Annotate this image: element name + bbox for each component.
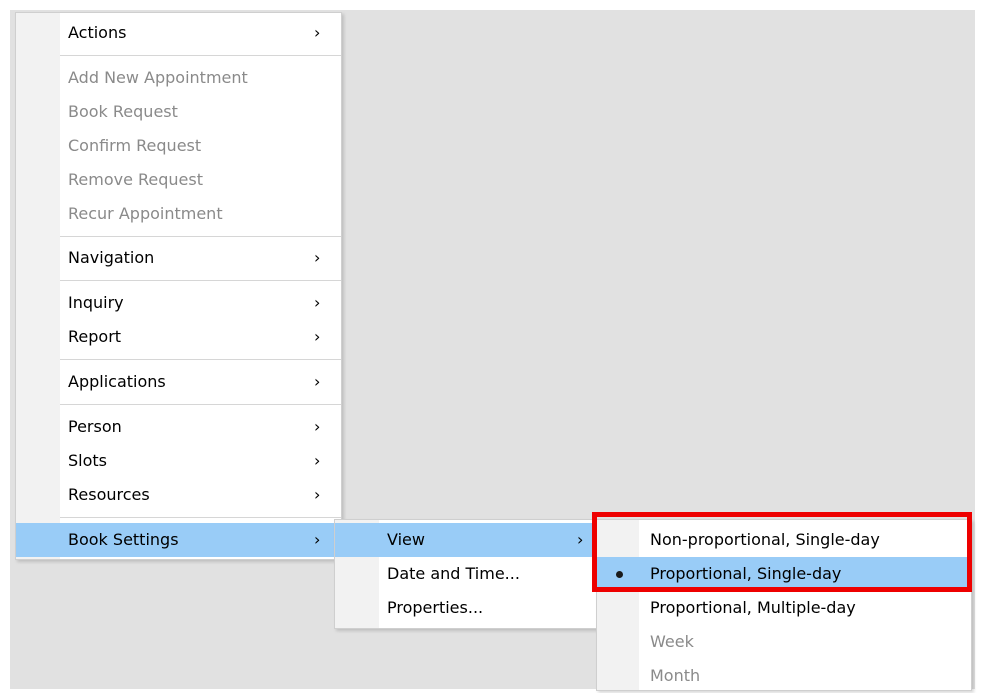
menu-item-label: Week xyxy=(650,632,694,651)
menu-item-label: Applications xyxy=(68,372,166,391)
chevron-right-icon: › xyxy=(314,293,321,312)
menu-item-recur-appointment[interactable]: Recur Appointment xyxy=(16,197,341,231)
chevron-right-icon: › xyxy=(314,417,321,436)
menu-item-label: Person xyxy=(68,417,122,436)
chevron-right-icon: › xyxy=(577,530,584,549)
menu-item-book-settings[interactable]: Book Settings › xyxy=(16,523,341,557)
menu-item-label: Proportional, Multiple-day xyxy=(650,598,856,617)
menu-item-remove-request[interactable]: Remove Request xyxy=(16,163,341,197)
menu-item-label: Navigation xyxy=(68,248,155,267)
annotation-highlight-box xyxy=(592,512,972,592)
book-settings-submenu: View › Date and Time... Properties... xyxy=(334,519,598,629)
chevron-right-icon: › xyxy=(314,23,321,42)
menu-item-week[interactable]: Week xyxy=(597,625,971,659)
menu-item-label: Resources xyxy=(68,485,150,504)
menu-separator xyxy=(60,55,341,56)
chevron-right-icon: › xyxy=(314,327,321,346)
menu-item-label: Date and Time... xyxy=(387,564,520,583)
menu-item-label: Book Request xyxy=(68,102,178,121)
menu-item-report[interactable]: Report › xyxy=(16,320,341,354)
menu-item-label: Book Settings xyxy=(68,530,179,549)
chevron-right-icon: › xyxy=(314,530,321,549)
menu-item-label: View xyxy=(387,530,425,549)
menu-item-label: Slots xyxy=(68,451,107,470)
menu-item-slots[interactable]: Slots › xyxy=(16,444,341,478)
menu-item-date-and-time[interactable]: Date and Time... xyxy=(335,557,597,591)
menu-item-label: Inquiry xyxy=(68,293,124,312)
chevron-right-icon: › xyxy=(314,372,321,391)
menu-separator xyxy=(60,404,341,405)
menu-separator xyxy=(60,236,341,237)
menu-item-actions[interactable]: Actions › xyxy=(16,16,341,50)
chevron-right-icon: › xyxy=(314,451,321,470)
menu-item-person[interactable]: Person › xyxy=(16,410,341,444)
menu-item-resources[interactable]: Resources › xyxy=(16,478,341,512)
menu-separator xyxy=(60,359,341,360)
menu-item-label: Report xyxy=(68,327,122,346)
menu-item-label: Remove Request xyxy=(68,170,204,189)
menu-item-properties[interactable]: Properties... xyxy=(335,591,597,625)
menu-item-proportional-multiple-day[interactable]: Proportional, Multiple-day xyxy=(597,591,971,625)
menu-item-confirm-request[interactable]: Confirm Request xyxy=(16,129,341,163)
menu-item-label: Confirm Request xyxy=(68,136,202,155)
context-menu: Actions › Add New Appointment Book Reque… xyxy=(15,12,342,560)
menu-item-applications[interactable]: Applications › xyxy=(16,365,341,399)
chevron-right-icon: › xyxy=(314,485,321,504)
menu-item-navigation[interactable]: Navigation › xyxy=(16,241,341,275)
menu-item-inquiry[interactable]: Inquiry › xyxy=(16,286,341,320)
menu-item-label: Actions xyxy=(68,23,127,42)
menu-separator xyxy=(60,280,341,281)
menu-separator xyxy=(60,517,341,518)
chevron-right-icon: › xyxy=(314,248,321,267)
menu-item-add-new-appointment[interactable]: Add New Appointment xyxy=(16,61,341,95)
menu-item-label: Add New Appointment xyxy=(68,68,248,87)
menu-item-label: Properties... xyxy=(387,598,484,617)
menu-item-book-request[interactable]: Book Request xyxy=(16,95,341,129)
menu-item-label: Month xyxy=(650,666,701,685)
menu-item-label: Recur Appointment xyxy=(68,204,223,223)
menu-item-view[interactable]: View › xyxy=(335,523,597,557)
menu-item-month[interactable]: Month xyxy=(597,659,971,693)
